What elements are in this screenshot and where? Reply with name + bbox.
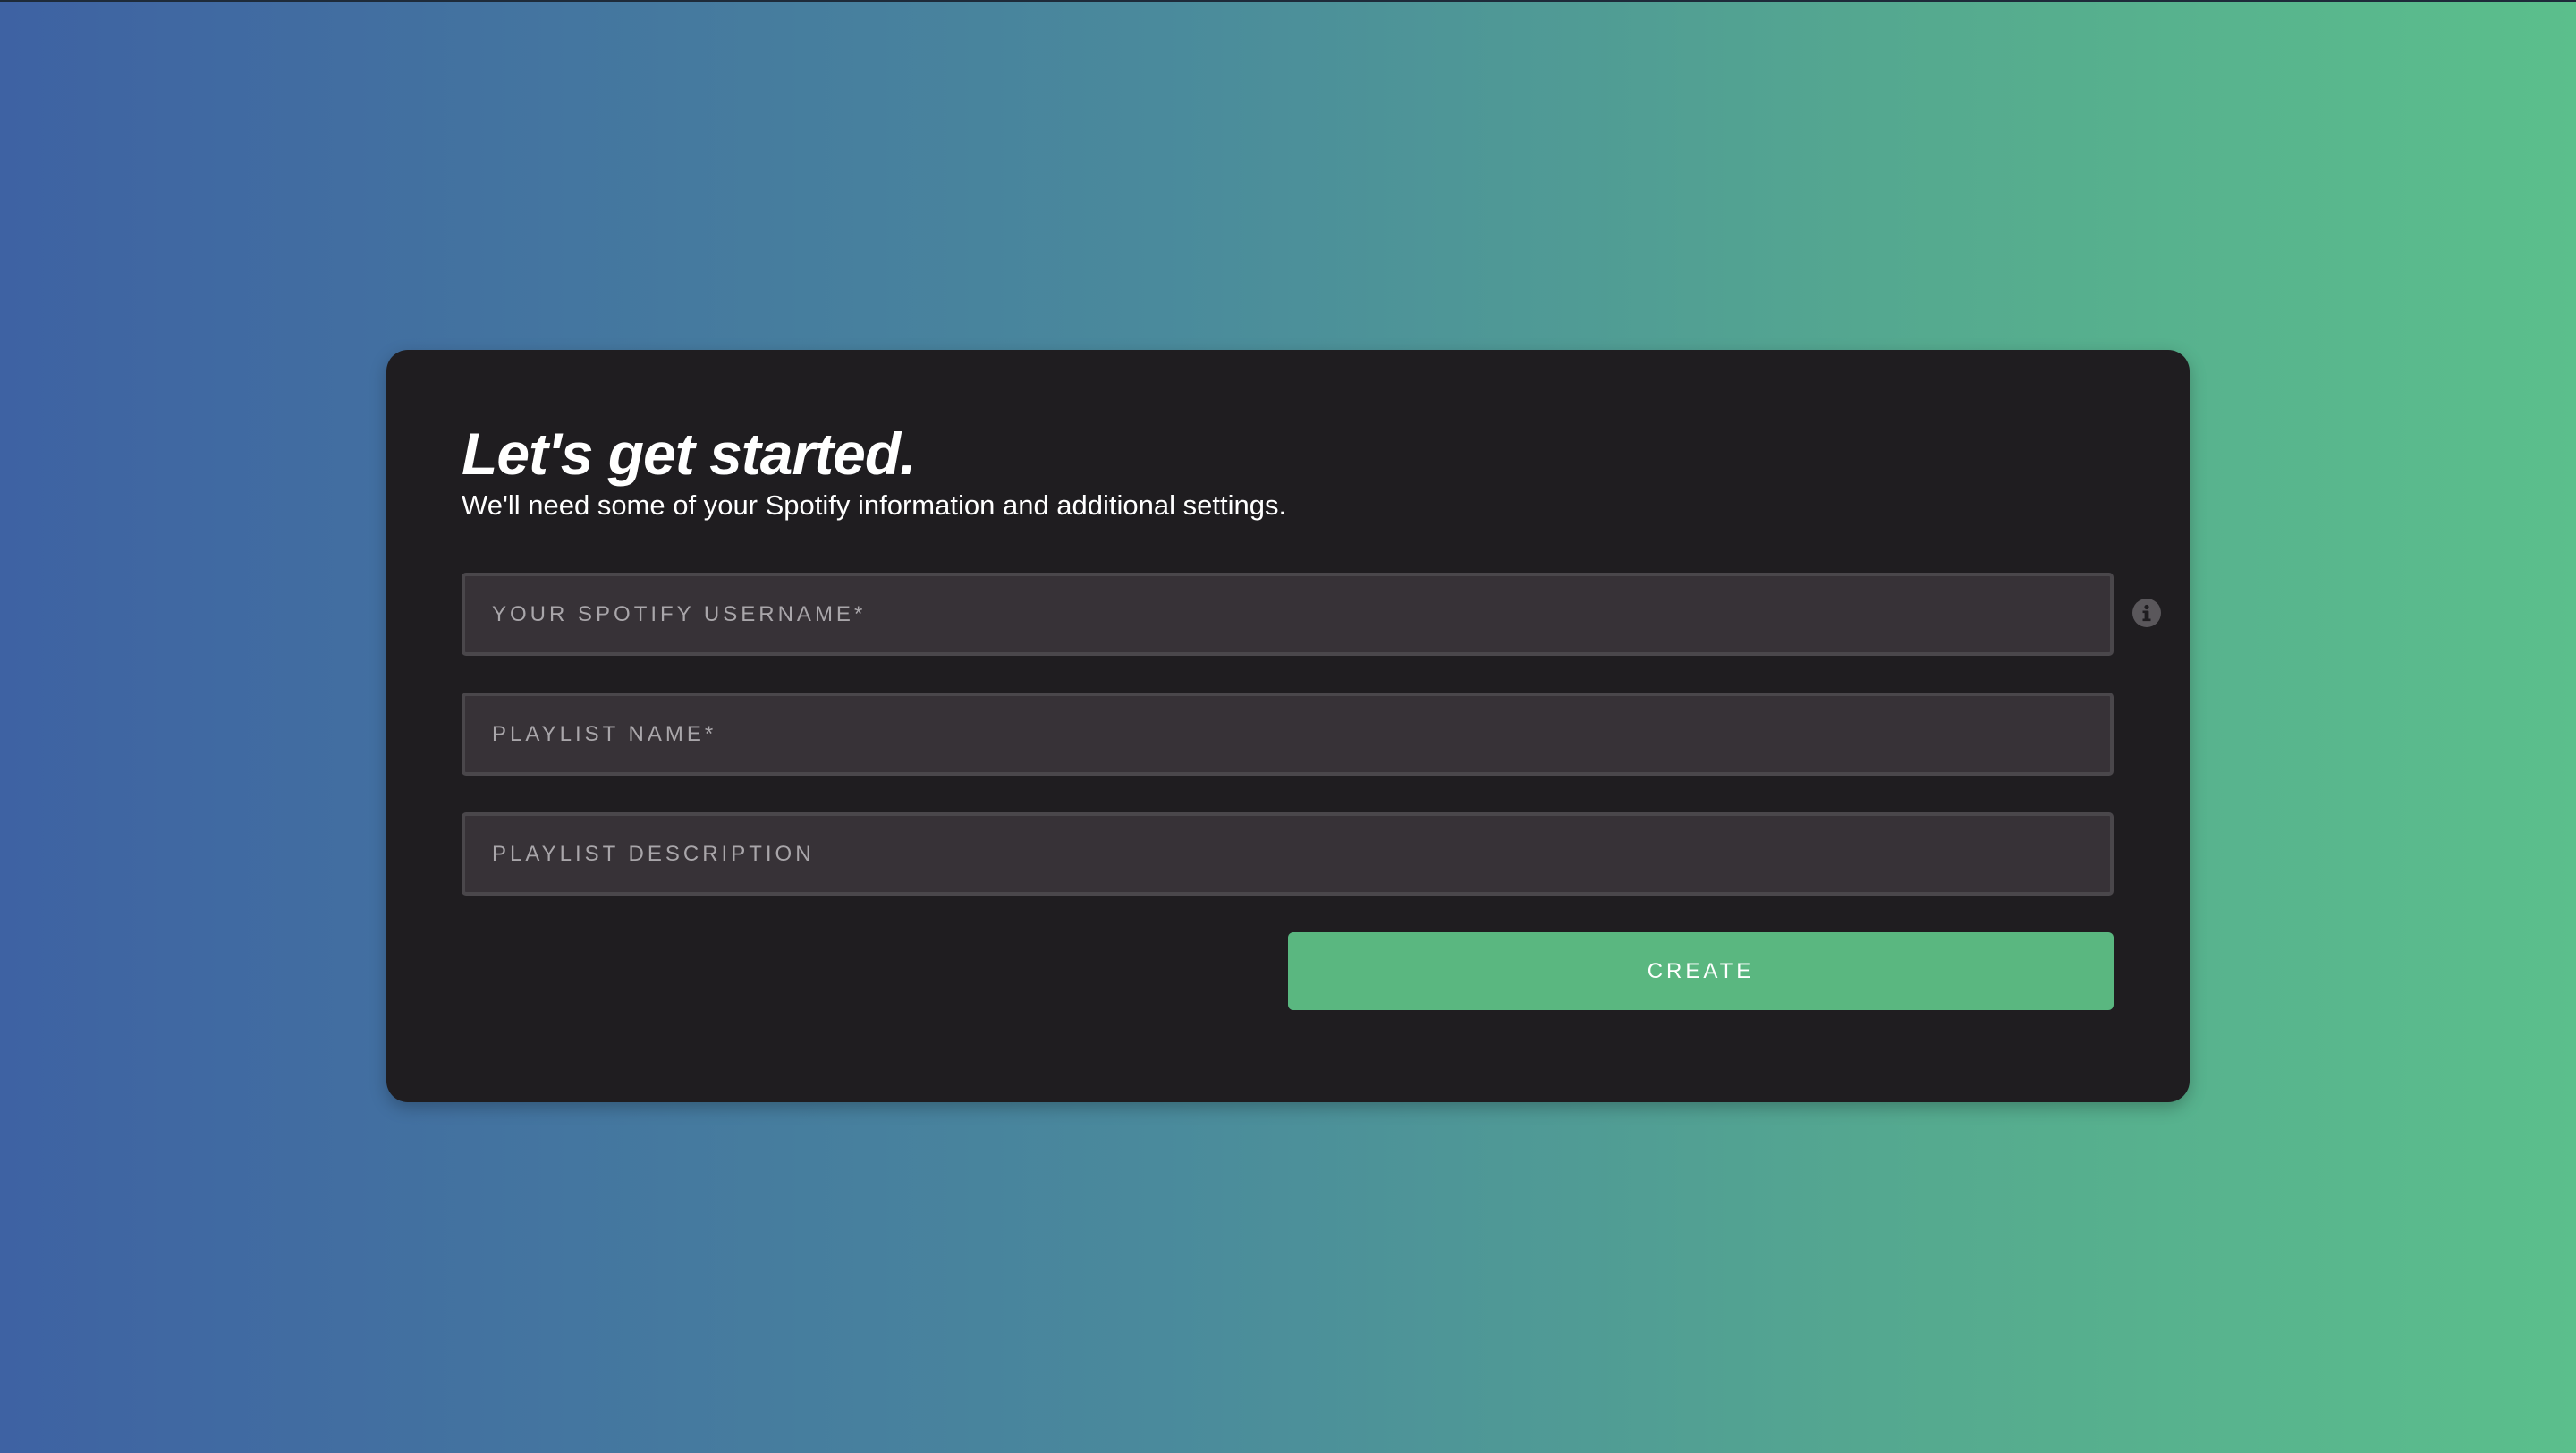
spotify-username-input[interactable] xyxy=(462,573,2114,656)
page-subtitle: We'll need some of your Spotify informat… xyxy=(462,489,1287,521)
window-top-border xyxy=(0,0,2576,2)
page-title: Let's get started. xyxy=(462,421,916,487)
playlist-name-input[interactable] xyxy=(462,693,2114,776)
info-icon[interactable] xyxy=(2132,599,2161,627)
setup-card: Let's get started. We'll need some of yo… xyxy=(386,350,2190,1102)
playlist-description-input[interactable] xyxy=(462,812,2114,896)
create-button[interactable]: CREATE xyxy=(1288,932,2114,1010)
